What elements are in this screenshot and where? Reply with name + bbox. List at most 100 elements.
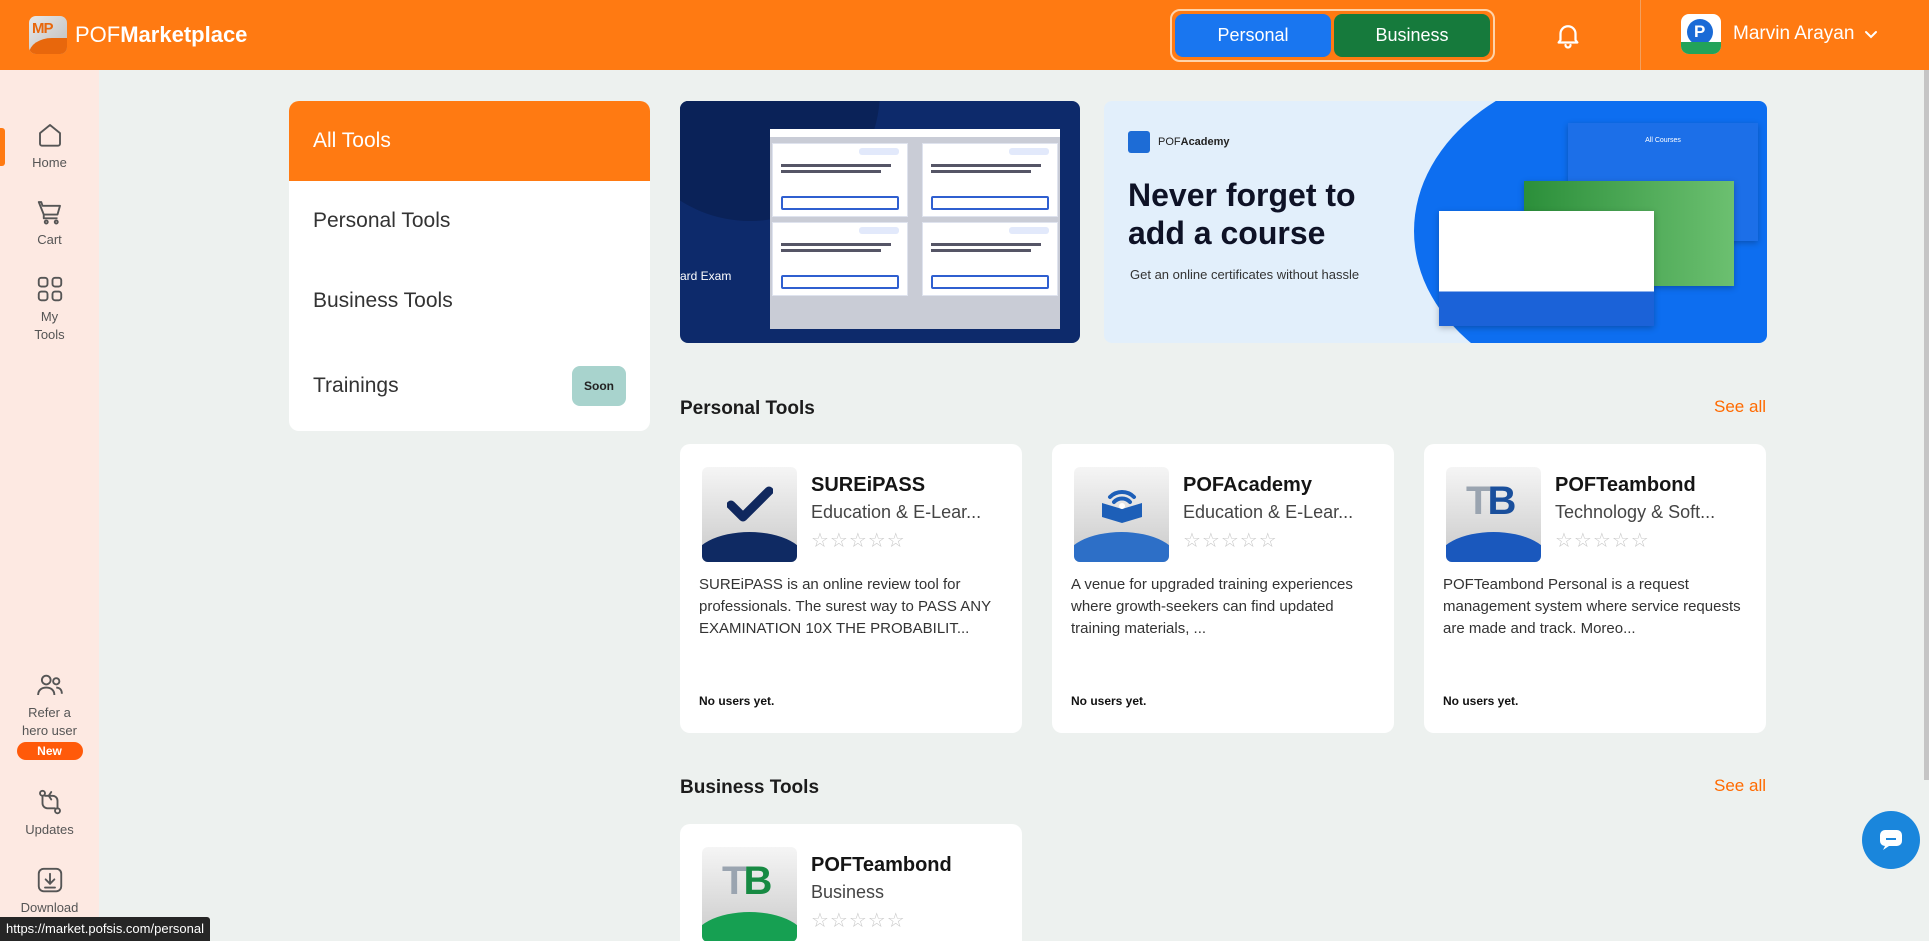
card-pill	[859, 148, 899, 155]
sidebar-item-updates[interactable]: Updates	[0, 787, 99, 839]
profile-menu[interactable]: P Marvin Arayan	[1681, 14, 1878, 54]
sidebar-item-my-tools[interactable]: My Tools	[0, 274, 99, 344]
tool-description: SUREiPASS is an online review tool for p…	[699, 576, 991, 637]
tool-card-pofacademy[interactable]: POFAcademy Education & E-Lear... ☆☆☆☆☆ A…	[1052, 444, 1394, 733]
banner-title-line2: add a course	[1128, 215, 1326, 251]
academy-logo-light: POF	[1158, 136, 1181, 148]
card-button	[931, 275, 1049, 289]
card-line	[931, 170, 1031, 173]
sidebar-download-label: Download	[20, 900, 79, 915]
tool-users: No users yet.	[1443, 694, 1519, 708]
card-pill	[1009, 148, 1049, 155]
rating-stars: ☆☆☆☆☆	[1555, 530, 1650, 552]
menu-personal-tools-label: Personal Tools	[313, 209, 451, 232]
tool-card-sureipass[interactable]: SUREiPASS Education & E-Lear... ☆☆☆☆☆ SU…	[680, 444, 1022, 733]
exam-banner[interactable]: ard Exam	[680, 101, 1080, 343]
card-line	[781, 164, 891, 167]
tool-description: A venue for upgraded training experience…	[1071, 576, 1353, 637]
tool-card-pofteambond-business[interactable]: TB POFTeambond Business ☆☆☆☆☆	[680, 824, 1022, 941]
chevron-down-icon	[1865, 31, 1878, 39]
header-divider	[1640, 0, 1641, 70]
sureipass-logo-icon	[702, 467, 797, 562]
avatar-letter: P	[1694, 22, 1706, 41]
academy-logo-bold: Academy	[1180, 136, 1230, 148]
tb-monogram: TB	[1466, 479, 1516, 523]
banner-screen-front	[1439, 211, 1654, 326]
soon-badge: Soon	[572, 366, 626, 406]
tool-name: POFTeambond	[1555, 474, 1696, 496]
tool-name: POFTeambond	[811, 854, 952, 876]
logo-mark-icon: MP	[29, 16, 67, 54]
sidebar-item-home[interactable]: Home	[0, 120, 99, 172]
sidebar-my-tools-label-1: My	[40, 309, 59, 324]
status-bar-url: https://market.pofsis.com/personal	[0, 917, 210, 941]
academy-logo: POF Academy	[1128, 131, 1230, 153]
brand-logo[interactable]: MP POFMarketplace	[29, 16, 247, 54]
tool-name: POFAcademy	[1183, 474, 1312, 496]
academy-banner[interactable]: POF Academy Never forget to add a course G…	[1104, 101, 1767, 343]
business-see-all-link[interactable]: See all	[1714, 776, 1766, 796]
card-line	[781, 170, 881, 173]
pofteambond-business-logo-icon: TB	[702, 847, 797, 941]
mode-toggle: Personal Business	[1170, 9, 1495, 62]
personal-tools-heading: Personal Tools	[680, 398, 815, 419]
menu-item-business-tools[interactable]: Business Tools	[289, 261, 650, 341]
card-pill	[1009, 227, 1049, 234]
menu-all-tools-label: All Tools	[313, 129, 391, 152]
menu-item-all-tools[interactable]: All Tools	[289, 101, 650, 181]
cart-icon	[37, 201, 61, 225]
screenshot-card	[922, 143, 1058, 217]
rating-stars: ☆☆☆☆☆	[1183, 530, 1278, 552]
rating-stars: ☆☆☆☆☆	[811, 910, 906, 932]
logo-wave	[1446, 532, 1541, 562]
screenshot-card	[772, 143, 908, 217]
sidebar-item-refer[interactable]: Refer a hero user New	[0, 670, 99, 760]
bell-icon[interactable]	[1553, 17, 1583, 53]
tool-card-pofteambond-personal[interactable]: TB POFTeambond Technology & Soft... ☆☆☆☆…	[1424, 444, 1766, 733]
personal-mode-button[interactable]: Personal	[1175, 14, 1331, 57]
home-icon	[38, 124, 61, 147]
screenshot-card	[922, 222, 1058, 296]
card-line	[931, 164, 1041, 167]
pofacademy-logo-icon	[1074, 467, 1169, 562]
users-icon	[36, 674, 63, 696]
banner-subtitle: Get an online certificates without hassl…	[1130, 267, 1360, 282]
new-badge: New	[16, 742, 83, 760]
card-button	[781, 275, 899, 289]
card-button	[931, 196, 1049, 210]
menu-trainings-label: Trainings	[313, 374, 399, 397]
personal-see-all-link[interactable]: See all	[1714, 397, 1766, 417]
business-mode-button[interactable]: Business	[1334, 14, 1490, 57]
screenshot-bar	[770, 129, 1060, 137]
sidebar-updates-label: Updates	[25, 822, 74, 837]
tool-category: Technology & Soft...	[1555, 502, 1716, 522]
card-line	[781, 243, 891, 246]
logo-wave	[1074, 532, 1169, 562]
chat-button[interactable]	[1862, 811, 1920, 869]
logo-wave	[702, 532, 797, 562]
logo-mark-text: MP	[32, 20, 53, 37]
tool-category: Education & E-Lear...	[1183, 502, 1354, 522]
page-scrollbar[interactable]	[1924, 70, 1929, 780]
brand-name-bold: Marketplace	[120, 22, 248, 47]
tool-category: Education & E-Lear...	[811, 502, 982, 522]
business-tools-heading: Business Tools	[680, 777, 820, 798]
sidebar-item-cart[interactable]: Cart	[0, 197, 99, 249]
tool-name: SUREiPASS	[811, 474, 926, 496]
banner-caption: ard Exam	[680, 269, 732, 283]
wifi-book-icon	[1102, 490, 1142, 523]
user-name: Marvin Arayan	[1733, 23, 1855, 44]
updates-icon	[38, 789, 61, 815]
screenshot-card	[772, 222, 908, 296]
tools-menu: All Tools Personal Tools Business Tools …	[289, 101, 650, 431]
menu-business-tools-label: Business Tools	[313, 289, 453, 312]
sidebar-refer-label-1: Refer a	[28, 705, 71, 720]
tool-users: No users yet.	[699, 694, 775, 708]
banner-screenshot	[770, 129, 1060, 329]
menu-item-personal-tools[interactable]: Personal Tools	[289, 181, 650, 261]
sidebar-item-download[interactable]: Download	[0, 865, 99, 917]
check-icon	[727, 486, 773, 522]
card-line	[781, 249, 881, 252]
brand-name-light: POF	[75, 22, 121, 47]
menu-item-trainings[interactable]: Trainings Soon	[289, 341, 650, 431]
